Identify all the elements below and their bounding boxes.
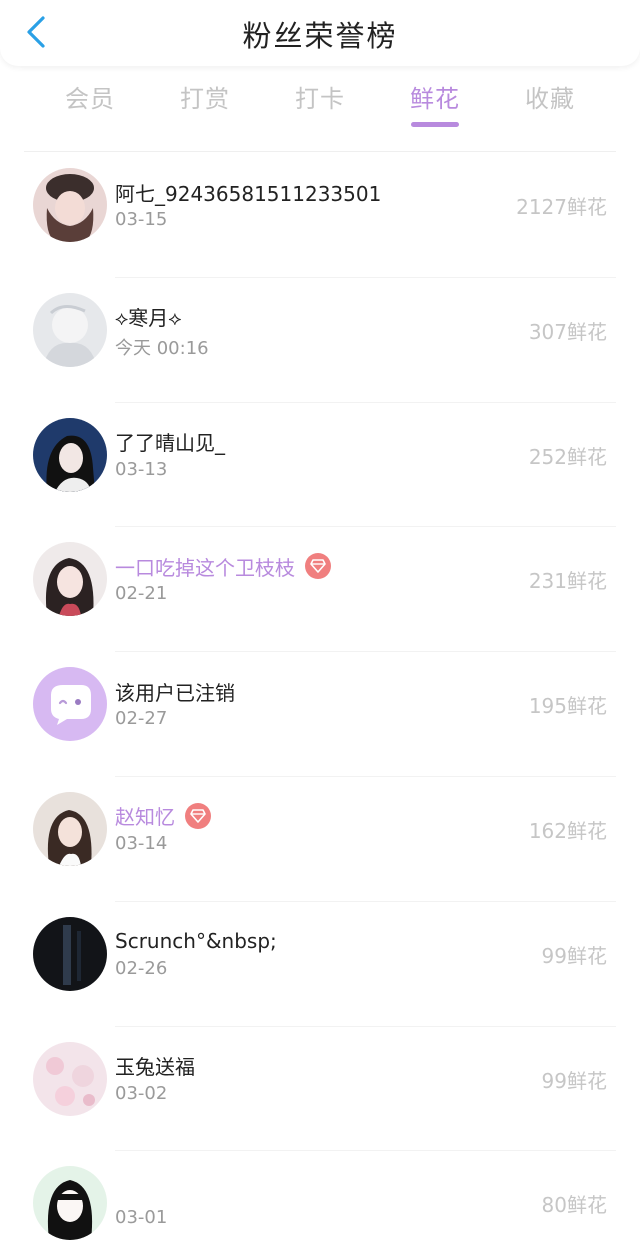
date-label: 今天 00:16 — [115, 337, 209, 359]
tab-reward[interactable]: 打赏 — [150, 78, 260, 134]
avatar[interactable] — [33, 168, 107, 242]
tab-label: 鲜花 — [410, 85, 460, 113]
tab-favorites[interactable]: 收藏 — [495, 78, 605, 134]
username[interactable]: 阿七_92436581511233501 — [115, 178, 381, 207]
avatar[interactable] — [33, 667, 107, 742]
avatar[interactable] — [33, 916, 107, 991]
flower-count: 80鲜花 — [541, 1193, 607, 1218]
flower-count: 195鲜花 — [528, 694, 607, 719]
list-item[interactable]: 了了晴山见_ 03-13 252鲜花 — [0, 403, 640, 528]
avatar[interactable] — [33, 542, 107, 617]
name-line: 一口吃掉这个卫枝枝 — [115, 551, 331, 581]
list-item[interactable]: 03-01 80鲜花 — [0, 1151, 640, 1260]
date-label: 02-21 — [115, 583, 168, 605]
list-item[interactable]: 该用户已注销 02-27 195鲜花 — [0, 652, 640, 777]
tab-bar: 会员 打赏 打卡 鲜花 收藏 — [0, 78, 640, 148]
username[interactable]: 玉兔送福 — [115, 1051, 195, 1080]
date-label: 03-13 — [115, 458, 168, 480]
list-item[interactable]: 一口吃掉这个卫枝枝 02-21 231鲜花 — [0, 527, 640, 653]
list-item[interactable]: Scrunch°&nbsp; 02-26 99鲜花 — [0, 902, 640, 1027]
flower-count: 252鲜花 — [528, 444, 607, 469]
diamond-vip-icon — [185, 802, 211, 829]
tab-flowers[interactable]: 鲜花 — [380, 78, 490, 134]
avatar[interactable] — [33, 292, 107, 367]
flower-count: 99鲜花 — [541, 943, 607, 968]
name-line: 赵知忆 — [115, 801, 211, 831]
header-bar: 粉丝荣誉榜 — [0, 0, 640, 66]
avatar[interactable] — [33, 1041, 107, 1116]
avatar[interactable] — [33, 417, 107, 492]
date-label: 02-26 — [115, 957, 168, 979]
avatar[interactable] — [33, 1166, 107, 1241]
tab-member[interactable]: 会员 — [35, 78, 145, 134]
flower-count: 307鲜花 — [528, 319, 607, 344]
diamond-vip-icon — [305, 553, 331, 580]
flower-count: 99鲜花 — [541, 1068, 607, 1093]
name-line: Scrunch°&nbsp; — [115, 926, 277, 956]
username[interactable]: 该用户已注销 — [115, 677, 235, 706]
divider — [24, 151, 616, 152]
name-line: 了了晴山见_ — [115, 427, 225, 457]
date-label: 02-27 — [115, 708, 168, 730]
username[interactable]: 赵知忆 — [115, 801, 175, 830]
name-line: 玉兔送福 — [115, 1051, 195, 1081]
list-item[interactable]: 玉兔送福 03-02 99鲜花 — [0, 1027, 640, 1152]
tab-indicator — [411, 122, 459, 127]
page-title: 粉丝荣誉榜 — [242, 19, 398, 53]
ranking-list: 阿七_92436581511233501 03-15 2127鲜花 ⟡寒月⟡ 今… — [0, 153, 640, 1260]
list-item[interactable]: 阿七_92436581511233501 03-15 2127鲜花 — [0, 153, 640, 278]
tab-label: 打卡 — [295, 85, 345, 113]
username[interactable]: 一口吃掉这个卫枝枝 — [115, 552, 295, 581]
tab-checkin[interactable]: 打卡 — [265, 78, 375, 134]
list-item[interactable]: 赵知忆 03-14 162鲜花 — [0, 777, 640, 902]
username[interactable]: Scrunch°&nbsp; — [115, 929, 277, 953]
flower-count: 231鲜花 — [528, 569, 607, 594]
name-line: 阿七_92436581511233501 — [115, 177, 381, 207]
date-label: 03-01 — [115, 1207, 168, 1229]
date-label: 03-02 — [115, 1082, 168, 1104]
name-line: 该用户已注销 — [115, 676, 235, 706]
tab-label: 会员 — [65, 85, 115, 113]
flower-count: 2127鲜花 — [516, 195, 607, 219]
tab-label: 打赏 — [180, 85, 230, 113]
list-item[interactable]: ⟡寒月⟡ 今天 00:16 307鲜花 — [0, 278, 640, 403]
tab-label: 收藏 — [525, 85, 575, 113]
date-label: 03-14 — [115, 832, 168, 854]
username[interactable]: 了了晴山见_ — [115, 427, 225, 456]
flower-count: 162鲜花 — [528, 818, 607, 843]
name-line: ⟡寒月⟡ — [115, 302, 181, 332]
username[interactable]: ⟡寒月⟡ — [115, 302, 181, 331]
avatar[interactable] — [33, 791, 107, 866]
date-label: 03-15 — [115, 209, 168, 230]
